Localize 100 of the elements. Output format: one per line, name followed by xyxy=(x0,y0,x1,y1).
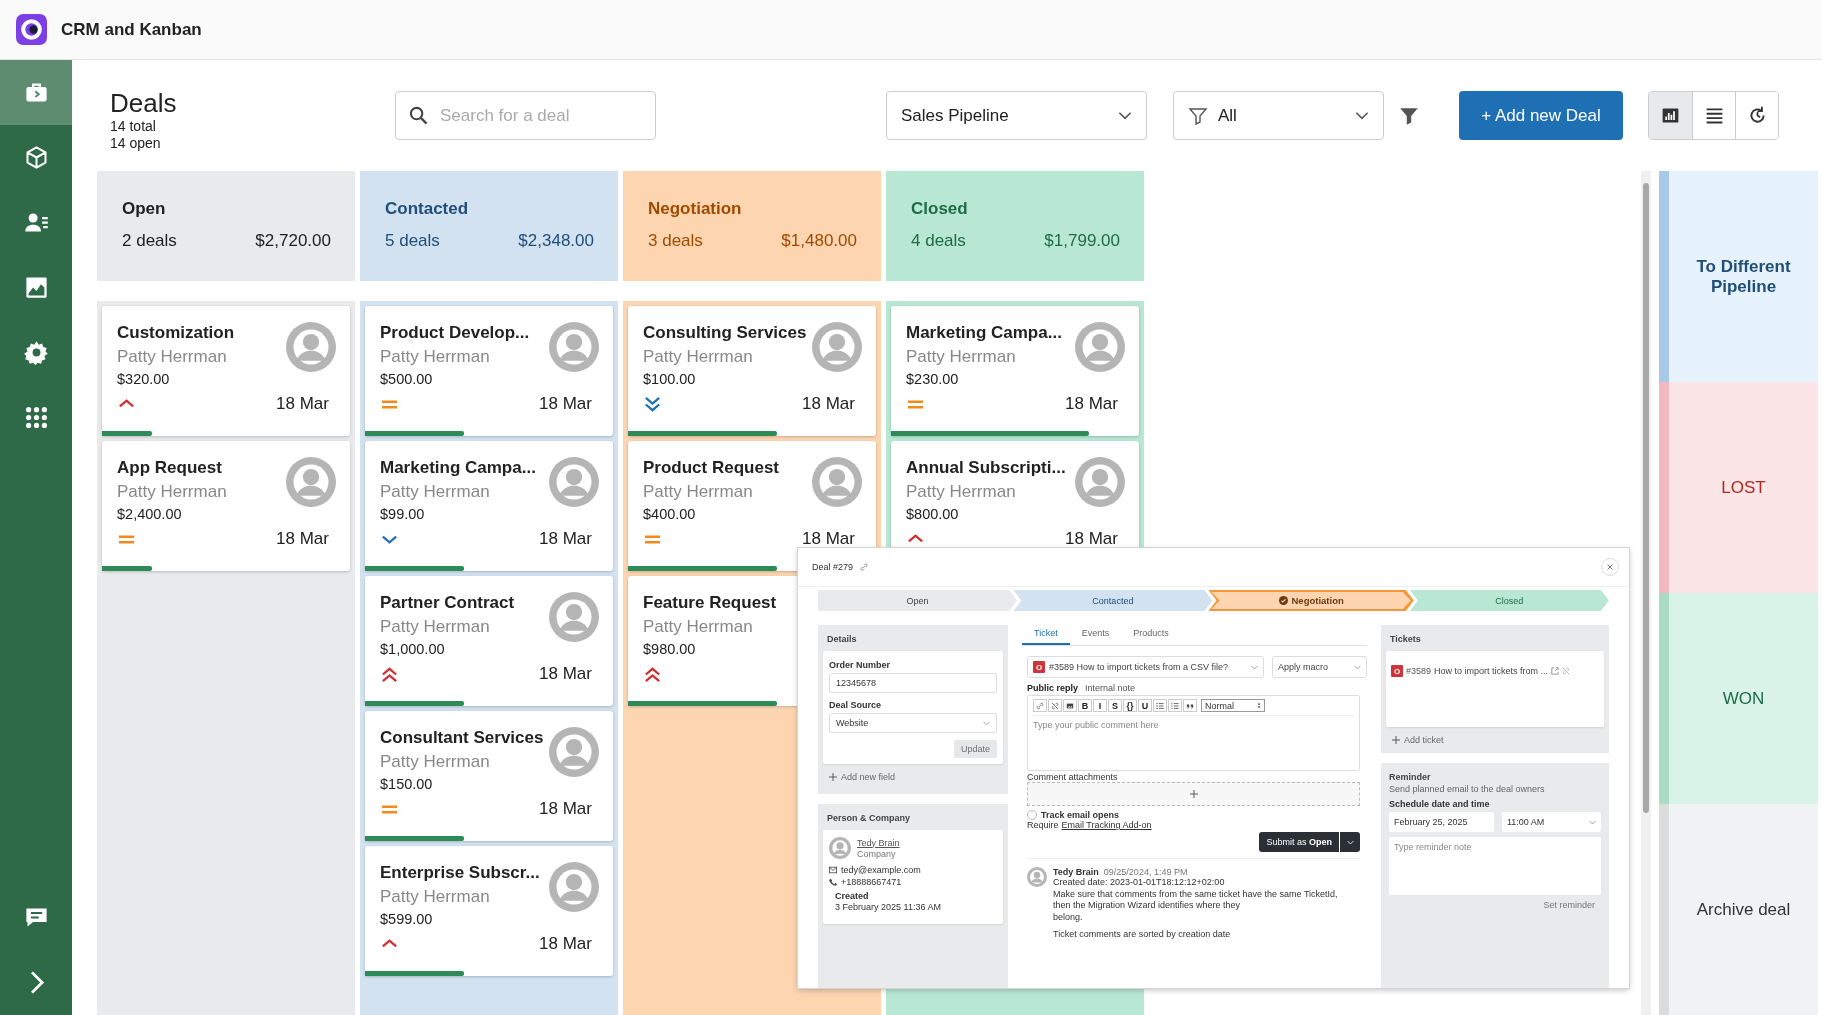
toolbar-button[interactable] xyxy=(1048,699,1062,712)
double-chevron-up-icon xyxy=(380,664,399,684)
format-select[interactable]: Normal xyxy=(1201,699,1265,712)
pipeline-select[interactable]: Sales Pipeline xyxy=(886,91,1147,140)
stage-step[interactable]: Negotiation xyxy=(1208,590,1414,611)
search-field[interactable]: Search for a deal xyxy=(395,91,656,140)
drop-zone[interactable]: WON xyxy=(1659,593,1818,804)
deal-date: 18 Mar xyxy=(539,799,592,819)
tab[interactable]: Events xyxy=(1069,625,1122,645)
drop-zone[interactable]: LOST xyxy=(1659,382,1818,593)
link-icon xyxy=(1036,701,1044,710)
comment-text: Created date: 2023-01-01T18:12:12+02:00 xyxy=(1053,877,1226,889)
toolbar-button[interactable]: I xyxy=(1093,699,1107,712)
deal-owner: Patty Herrman xyxy=(380,751,490,773)
tab[interactable]: Products xyxy=(1121,625,1181,645)
track-checkbox[interactable] xyxy=(1027,810,1037,820)
column-title: Negotiation xyxy=(648,199,743,219)
chevron-down-icon xyxy=(1118,111,1132,120)
comment-text: Ticket comments are sorted by creation date xyxy=(1053,929,1232,941)
scroll-thumb[interactable] xyxy=(1643,183,1649,813)
toolbar-button[interactable] xyxy=(1183,699,1197,712)
addon-link[interactable]: Email Tracking Add-on xyxy=(1061,820,1152,830)
toolbar-button[interactable]: {} xyxy=(1123,699,1137,712)
deal-owner: Patty Herrman xyxy=(906,346,1016,368)
created-date: 3 February 2025 11:36 AM xyxy=(835,902,942,912)
submit-button[interactable]: Submit as Open xyxy=(1259,832,1339,852)
chevron-down-icon xyxy=(983,720,990,726)
column-title: Open xyxy=(122,199,167,219)
comment-time: 09/25/2024, 1:49 PM xyxy=(1103,867,1188,877)
deal-card[interactable]: Consulting Services Patty Herrman $100.00 18 Mar xyxy=(628,306,876,436)
deal-title: Consulting Services xyxy=(643,322,807,344)
panel-heading: Reminder xyxy=(1389,771,1432,784)
deal-owner: Patty Herrman xyxy=(380,616,490,638)
ticket-select[interactable]: O #3589 How to import tickets from a CSV file? xyxy=(1027,656,1264,678)
deal-amount: $2,400.00 xyxy=(117,505,182,524)
toolbar-button[interactable] xyxy=(1063,699,1077,712)
filter-select[interactable]: All xyxy=(1173,91,1384,140)
deal-card[interactable]: Product Develop... Patty Herrman $500.00 18 Mar xyxy=(365,306,613,436)
plus-icon xyxy=(1392,736,1400,744)
column-title: Contacted xyxy=(385,199,470,219)
deal-title: Partner Contract xyxy=(380,592,515,614)
chevron-down-icon xyxy=(1355,111,1369,120)
chevron-down-icon xyxy=(1354,664,1361,670)
deal-card[interactable]: Customization Patty Herrman $320.00 18 Mar xyxy=(102,306,350,436)
drop-zone[interactable]: Archive deal xyxy=(1659,804,1818,1015)
reply-mode-tab[interactable]: Internal note xyxy=(1085,683,1136,693)
submit-dropdown-button[interactable] xyxy=(1340,832,1360,852)
toolbar-button[interactable]: B xyxy=(1078,699,1092,712)
scrollbar[interactable] xyxy=(1641,171,1651,1015)
comment-editor[interactable]: B I S {} U Normal Type your public comment here xyxy=(1027,695,1360,771)
view-toggle[interactable] xyxy=(1649,92,1692,139)
ticket-link[interactable]: How to import tickets from ... xyxy=(1434,666,1549,676)
reminder-note-field[interactable]: Type reminder note xyxy=(1389,837,1601,895)
envelope-icon xyxy=(829,866,837,874)
deal-owner: Patty Herrman xyxy=(643,346,753,368)
checkbox-label: Track email opens xyxy=(1041,810,1120,820)
deal-title: Product Develop... xyxy=(380,322,530,344)
contact-link[interactable]: Tedy Brain xyxy=(857,837,900,848)
stage-step[interactable]: Open xyxy=(818,590,1018,611)
settings-icon xyxy=(22,339,50,366)
external-link-icon[interactable] xyxy=(1551,667,1560,675)
created-label: Created xyxy=(835,891,870,901)
sidebar-item[interactable] xyxy=(0,60,72,125)
app-title: CRM and Kanban xyxy=(61,19,202,40)
order-number-field[interactable]: 12345678 xyxy=(829,673,997,693)
toolbar-button[interactable]: S xyxy=(1108,699,1122,712)
numbered-list-icon xyxy=(1171,701,1179,710)
toolbar-button[interactable] xyxy=(1153,699,1167,712)
deal-date: 18 Mar xyxy=(276,529,329,549)
stage-step[interactable]: Closed xyxy=(1409,590,1609,611)
deal-amount: $800.00 xyxy=(906,505,959,524)
time-select[interactable]: 11:00 AM xyxy=(1502,812,1601,832)
deal-card[interactable]: Enterprise Subscr... Patty Herrman $599.00 18 Mar xyxy=(365,846,613,976)
deal-card[interactable]: Marketing Campa... Patty Herrman $99.00 18 Mar xyxy=(365,441,613,571)
tab[interactable]: Ticket xyxy=(1022,625,1070,645)
add-deal-button[interactable]: + Add new Deal xyxy=(1459,91,1623,140)
panel-subtitle: Send planned email to the deal owners xyxy=(1389,784,1546,794)
set-reminder-button[interactable]: Set reminder xyxy=(1537,895,1601,915)
add-field-button[interactable]: Add new field xyxy=(823,764,902,788)
toolbar-button[interactable]: U xyxy=(1138,699,1152,712)
deal-card[interactable]: Partner Contract Patty Herrman $1,000.00 18 Mar xyxy=(365,576,613,706)
deal-card[interactable]: Marketing Campa... Patty Herrman $230.00 18 Mar xyxy=(891,306,1139,436)
updown-icon xyxy=(1257,702,1261,709)
deal-card[interactable]: Consultant Services Patty Herrman $150.00 18 Mar xyxy=(365,711,613,841)
comment-field[interactable]: Type your public comment here xyxy=(1033,716,1354,767)
update-button[interactable]: Update xyxy=(953,740,997,758)
deal-amount: $230.00 xyxy=(906,370,959,389)
drop-zone-label: To Different Pipeline xyxy=(1695,256,1792,297)
reply-mode-tab[interactable]: Public reply xyxy=(1027,683,1079,693)
add-ticket-button[interactable]: Add ticket xyxy=(1386,727,1450,751)
date-field[interactable]: February 25, 2025 xyxy=(1389,812,1494,832)
drop-zone[interactable]: To Different Pipeline xyxy=(1659,171,1818,382)
link-icon[interactable] xyxy=(859,562,870,572)
macro-select[interactable]: Apply macro xyxy=(1272,656,1367,678)
deal-date: 18 Mar xyxy=(1065,529,1118,549)
stage-step[interactable]: Contacted xyxy=(1013,590,1213,611)
toolbar-button[interactable] xyxy=(1168,699,1182,712)
view-toggle[interactable] xyxy=(1735,92,1778,139)
deal-card[interactable]: App Request Patty Herrman $2,400.00 18 Mar xyxy=(102,441,350,571)
deal-source-select[interactable]: Website xyxy=(829,713,997,733)
